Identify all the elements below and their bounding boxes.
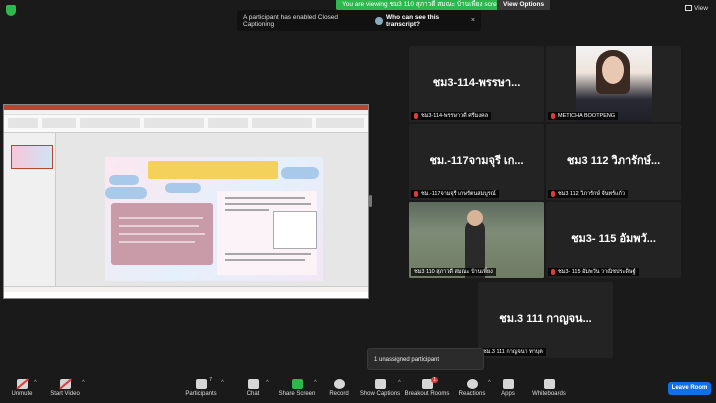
mic-muted-icon — [551, 113, 555, 119]
emoji-icon — [466, 379, 478, 389]
unmute-label: Unmute — [11, 391, 33, 397]
leave-room-button[interactable]: Leave Room — [668, 382, 711, 395]
start-video-label: Start Video — [50, 391, 80, 397]
share-screen-label: Share Screen — [278, 391, 316, 397]
meeting-toolbar: Unmute ^ Start Video ^ 7 Participants ^ C… — [0, 377, 716, 403]
slide-canvas — [105, 157, 323, 281]
whiteboards-label: Whiteboards — [532, 391, 566, 397]
breakout-badge: 1 — [431, 377, 438, 383]
tile-caption-text: ชม.-117จามจุรี เกษรัตนสมบูรณ์ — [421, 191, 496, 197]
chevron-up-icon[interactable]: ^ — [82, 380, 85, 386]
color-palette-popup — [273, 211, 317, 249]
whiteboards-button[interactable]: Whiteboards — [524, 379, 574, 397]
whiteboard-icon — [543, 379, 555, 389]
people-icon — [195, 379, 207, 389]
video-tile[interactable]: ชม.3 111 กาญจน... ชม.3 111 กาญจนา ทาบุต — [478, 282, 613, 358]
slide-thumbnail — [11, 145, 53, 169]
tile-name: ชม.-117จามจุรี เก... — [429, 155, 524, 168]
reactions-label: Reactions — [458, 391, 486, 397]
split-handle[interactable] — [369, 195, 372, 207]
show-captions-label: Show Captions — [359, 391, 401, 397]
participant-video — [409, 202, 544, 278]
slide-title-banner — [148, 161, 278, 179]
tile-caption: ชม3-114-พรรษาวดี ศรีมงคล — [411, 112, 492, 120]
breakout-rooms-label: Breakout Rooms — [404, 391, 450, 397]
view-options-button[interactable]: View Options — [497, 0, 551, 10]
view-button[interactable]: View — [685, 5, 708, 12]
tile-name: ชม3 112 วิภารักษ์... — [566, 155, 661, 168]
mic-muted-icon — [414, 191, 418, 197]
chevron-up-icon[interactable]: ^ — [398, 380, 401, 386]
video-tile[interactable]: ชม3- 115 อัมพวั... ชม3- 115 อัมพวัน วาณิ… — [546, 202, 681, 278]
view-label: View — [694, 5, 708, 12]
tile-caption: ชม3 110 สุภาวดี สมณะ บ้านเพี้ยง — [411, 268, 496, 276]
participant-video — [576, 46, 652, 122]
tile-caption-text: ชม3 112 วิภารักษ์ จันทร์แก้ว — [558, 191, 626, 197]
chat-icon — [247, 379, 259, 389]
slide-thumbnails — [4, 133, 56, 292]
video-tile[interactable]: ชม3-114-พรรษา... ชม3-114-พรรษาวดี ศรีมงค… — [409, 46, 544, 122]
tile-caption-text: ชม.3 111 กาญจนา ทาบุต — [483, 349, 543, 355]
shield-icon[interactable] — [6, 5, 16, 16]
tile-caption: METICHA BOOTPENG — [548, 112, 619, 120]
apps-icon — [502, 379, 514, 389]
person-icon — [375, 16, 384, 25]
chevron-up-icon[interactable]: ^ — [34, 380, 37, 386]
apps-label: Apps — [501, 391, 515, 397]
breakout-rooms-button[interactable]: 1 Breakout Rooms — [402, 377, 452, 397]
video-off-icon — [59, 379, 71, 389]
unassigned-participant-popup[interactable]: 1 unassigned participant — [367, 348, 484, 370]
ppt-ribbon — [4, 115, 368, 133]
tile-name: ชม3- 115 อัมพวั... — [571, 233, 656, 246]
record-label: Record — [329, 391, 349, 397]
viewing-banner: You are viewing ชม3 110 สุภาวดี สมณะ บ้า… — [336, 0, 510, 10]
cc-notification: A participant has enabled Closed Caption… — [237, 10, 481, 31]
tile-caption-text: METICHA BOOTPENG — [558, 113, 616, 119]
video-tile[interactable]: METICHA BOOTPENG — [546, 46, 681, 122]
mic-muted-icon — [551, 191, 555, 197]
video-tile-active-speaker[interactable]: ชม3 110 สุภาวดี สมณะ บ้านเพี้ยง — [409, 202, 544, 278]
tile-name: ชม.3 111 กาญจน... — [499, 313, 592, 326]
chevron-up-icon[interactable]: ^ — [266, 380, 269, 386]
participants-button[interactable]: 7 Participants — [176, 377, 226, 397]
tile-caption: ชม.3 111 กาญจนา ทาบุต — [480, 348, 546, 356]
tile-name: ชม3-114-พรรษา... — [432, 77, 521, 90]
shared-screen[interactable] — [3, 104, 369, 299]
zoom-window: You are viewing ชม3 110 สุภาวดี สมณะ บ้า… — [0, 0, 716, 403]
tile-caption: ชม.-117จามจุรี เกษรัตนสมบูรณ์ — [411, 190, 499, 198]
participants-count: 7 — [209, 377, 212, 383]
close-icon[interactable]: × — [471, 17, 475, 24]
mic-muted-icon — [551, 269, 555, 275]
grid-icon — [685, 5, 693, 11]
tile-caption-text: ชม3 110 สุภาวดี สมณะ บ้านเพี้ยง — [414, 269, 493, 275]
tile-caption: ชม3 112 วิภารักษ์ จันทร์แก้ว — [548, 190, 629, 198]
mic-muted-icon — [414, 113, 418, 119]
who-can-see-label: Who can see this transcript? — [386, 13, 440, 28]
cc-icon — [374, 379, 386, 389]
tile-caption-text: ชม3- 115 อัมพวัน วาณิชประดิษฐ์ — [558, 269, 636, 275]
chat-label: Chat — [246, 391, 260, 397]
video-tile[interactable]: ชม.-117จามจุรี เก... ชม.-117จามจุรี เกษร… — [409, 124, 544, 200]
share-screen-icon — [291, 379, 303, 389]
video-tile[interactable]: ชม3 112 วิภารักษ์... ชม3 112 วิภารักษ์ จ… — [546, 124, 681, 200]
record-icon — [333, 379, 345, 389]
chat-button[interactable]: Chat — [228, 379, 278, 397]
who-can-see-link[interactable]: Who can see this transcript? — [375, 14, 471, 28]
tile-caption: ชม3- 115 อัมพวัน วาณิชประดิษฐ์ — [548, 268, 639, 276]
cc-message: A participant has enabled Closed Caption… — [243, 13, 339, 28]
tile-caption-text: ชม3-114-พรรษาวดี ศรีมงคล — [421, 113, 489, 119]
chevron-up-icon[interactable]: ^ — [221, 380, 224, 386]
ppt-status-bar — [4, 286, 368, 292]
mic-muted-icon — [16, 379, 28, 389]
participants-label: Participants — [185, 391, 217, 397]
ppt-workspace — [4, 133, 368, 292]
